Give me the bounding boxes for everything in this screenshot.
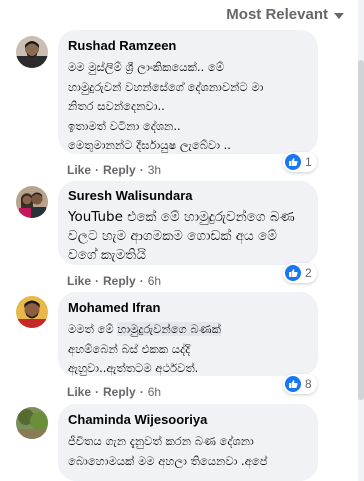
- comment-time[interactable]: 3h: [148, 163, 161, 177]
- nature-photo-icon: [16, 407, 48, 439]
- comment-time[interactable]: 6h: [148, 274, 161, 288]
- reaction-count[interactable]: 1: [283, 152, 317, 172]
- user-photo-icon: [16, 36, 48, 68]
- comment-actions: Like · Reply · 6h: [67, 385, 161, 399]
- reply-button[interactable]: Reply: [103, 163, 136, 177]
- reaction-count[interactable]: 8: [283, 374, 317, 394]
- sort-comments-button[interactable]: Most Relevant: [226, 6, 344, 23]
- like-icon: [285, 154, 301, 170]
- reaction-number: 2: [305, 266, 312, 280]
- comment-author[interactable]: Suresh Walisundara: [68, 188, 306, 203]
- scrollbar-track[interactable]: [358, 0, 364, 481]
- comment-text: YouTube එකේ මේ හාමුදුරුවන්ගෙ බණ වලට හැම …: [68, 209, 295, 263]
- separator: ·: [139, 385, 144, 399]
- separator: ·: [95, 163, 100, 177]
- separator: ·: [139, 274, 144, 288]
- comment-sort-bar: Most Relevant: [0, 0, 364, 30]
- comment-author[interactable]: Chaminda Wijesooriya: [68, 412, 306, 427]
- reply-button[interactable]: Reply: [103, 274, 136, 288]
- like-button[interactable]: Like: [67, 274, 91, 288]
- avatar[interactable]: [16, 186, 48, 218]
- avatar[interactable]: [16, 296, 48, 328]
- user-photo-icon: [16, 296, 48, 328]
- reaction-number: 1: [305, 155, 312, 169]
- like-icon: [285, 376, 301, 392]
- reaction-count[interactable]: 2: [283, 263, 317, 283]
- separator: ·: [95, 274, 100, 288]
- couple-photo-icon: [16, 186, 48, 218]
- comment-text: මම මුස්ලිම් ශ්‍රී ලාංකිකයෙක්.. මේ හාමුදු…: [68, 60, 264, 152]
- avatar[interactable]: [16, 407, 48, 439]
- separator: ·: [139, 163, 144, 177]
- comment-text: ජීවිතය ගැන දැනුවත් කරන බණ දේශනා බොහොමයක්…: [68, 434, 268, 468]
- scrollbar-thumb[interactable]: [358, 60, 364, 400]
- comment-bubble: Suresh Walisundara YouTube එකේ මේ හාමුදු…: [58, 181, 318, 265]
- comment-bubble: Mohamed Ifran මමත් මේ හාමුදුරුවන්ගෙ බණක්…: [58, 292, 318, 376]
- like-icon: [285, 265, 301, 281]
- reply-button[interactable]: Reply: [103, 385, 136, 399]
- reaction-number: 8: [305, 377, 312, 391]
- highlighted-text: හාමුදුරුවන්ගෙ බණක්: [117, 322, 221, 336]
- comment-text-part: අහම්බෙන් බස් එකක යද්දි ඇහුවා..ඇත්තටම අර්…: [68, 341, 199, 376]
- comment-actions: Like · Reply · 6h: [67, 274, 161, 288]
- comment-time[interactable]: 6h: [148, 385, 161, 399]
- comment-text: මමත් මේ හාමුදුරුවන්ගෙ බණක් අහම්බෙන් බස් …: [68, 320, 306, 379]
- separator: ·: [95, 385, 100, 399]
- comment-text-part: මමත් මේ: [68, 322, 118, 336]
- avatar[interactable]: [16, 36, 48, 68]
- comment-actions: Like · Reply · 3h: [67, 163, 161, 177]
- comment-bubble: Chaminda Wijesooriya ජීවිතය ගැන දැනුවත් …: [58, 404, 318, 481]
- comment-bubble: Rushad Ramzeen මම මුස්ලිම් ශ්‍රී ලාංකිකය…: [58, 30, 318, 154]
- comment-author[interactable]: Mohamed Ifran: [68, 300, 306, 315]
- caret-down-icon: [334, 12, 344, 19]
- like-button[interactable]: Like: [67, 163, 91, 177]
- sort-label: Most Relevant: [226, 6, 328, 23]
- comment-author[interactable]: Rushad Ramzeen: [68, 38, 306, 53]
- like-button[interactable]: Like: [67, 385, 91, 399]
